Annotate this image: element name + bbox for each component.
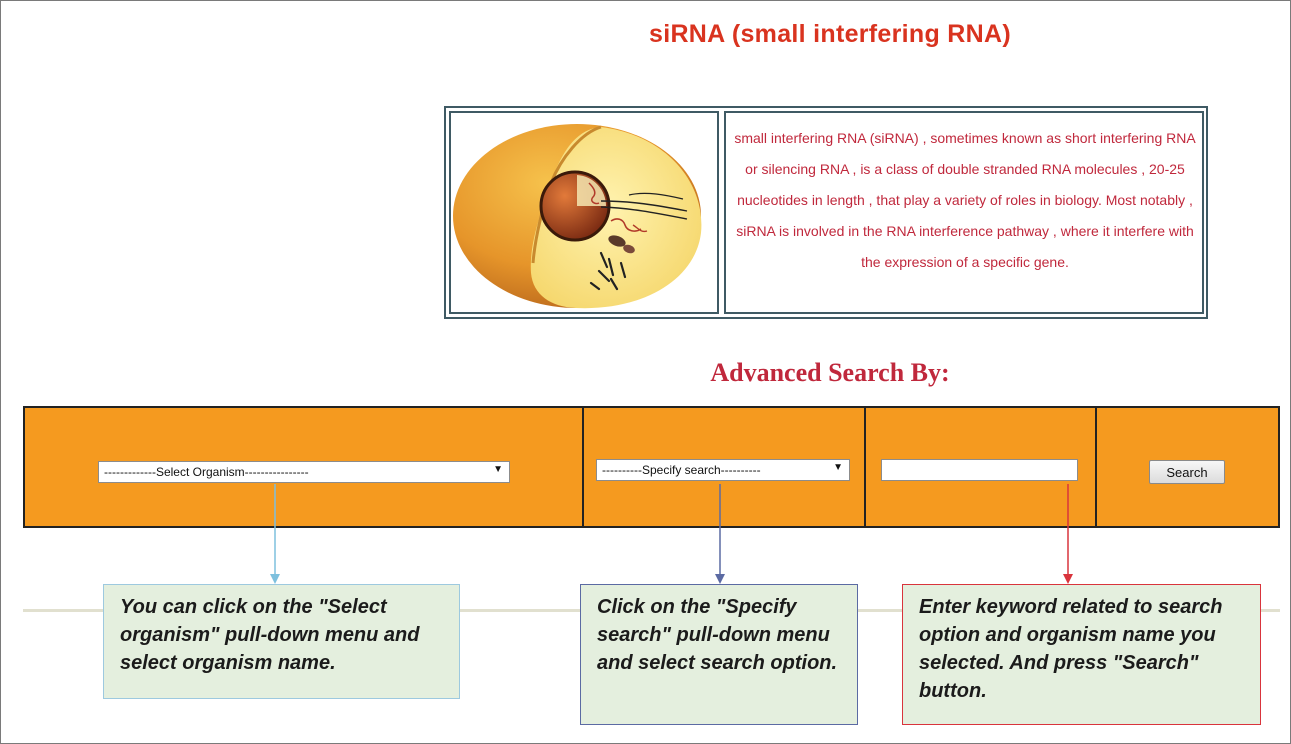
arrow-down-icon (270, 574, 280, 584)
arrow-down-icon (1063, 574, 1073, 584)
arrow-down-icon (715, 574, 725, 584)
callout-select-organism: You can click on the "Select organism" p… (103, 584, 460, 699)
callout-keyword-search: Enter keyword related to search option a… (902, 584, 1261, 725)
callout-specify-search: Click on the "Specify search" pull-down … (580, 584, 858, 725)
